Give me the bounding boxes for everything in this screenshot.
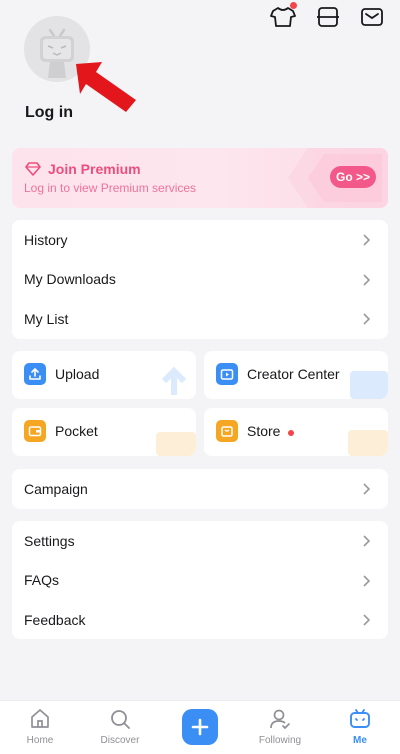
- nav-following[interactable]: Following: [245, 707, 315, 746]
- menu-item-label: Feedback: [24, 611, 86, 628]
- menu-item-campaign[interactable]: Campaign: [12, 469, 388, 509]
- chevron-right-icon: [363, 483, 370, 495]
- menu-item-label: History: [24, 231, 68, 248]
- library-card: History My Downloads My List: [12, 220, 388, 339]
- pocket-icon: [24, 420, 46, 442]
- bottom-nav: Home Discover Following Me: [0, 700, 400, 754]
- menu-item-label: My List: [24, 310, 69, 327]
- menu-item-faqs[interactable]: FAQs: [12, 561, 388, 601]
- menu-item-label: Settings: [24, 532, 75, 549]
- store-tile[interactable]: Store: [204, 408, 388, 456]
- upload-label: Upload: [55, 366, 100, 382]
- pocket-tile[interactable]: Pocket: [12, 408, 196, 456]
- nav-home[interactable]: Home: [5, 707, 75, 746]
- menu-item-feedback[interactable]: Feedback: [12, 600, 388, 640]
- menu-item-label: Campaign: [24, 480, 88, 497]
- notification-dot: [290, 2, 297, 9]
- chevron-right-icon: [363, 273, 370, 286]
- chevron-right-icon: [363, 535, 370, 547]
- nav-discover[interactable]: Discover: [85, 707, 155, 746]
- menu-item-label: My Downloads: [24, 271, 116, 288]
- tv-icon: [350, 709, 370, 728]
- red-arrow-icon: [76, 62, 136, 112]
- settings-card: Settings FAQs Feedback: [12, 521, 388, 639]
- diamond-icon: [25, 162, 41, 176]
- go-button[interactable]: Go >>: [330, 166, 376, 188]
- menu-item-my-list[interactable]: My List: [12, 299, 388, 339]
- menu-item-history[interactable]: History: [12, 220, 388, 260]
- upload-tile[interactable]: Upload: [12, 351, 196, 399]
- login-link[interactable]: Log in: [25, 104, 73, 122]
- campaign-card: Campaign: [12, 469, 388, 509]
- create-button[interactable]: [182, 709, 218, 745]
- store-icon: [216, 420, 238, 442]
- menu-item-my-downloads[interactable]: My Downloads: [12, 260, 388, 300]
- creator-center-icon: [216, 363, 238, 385]
- menu-item-settings[interactable]: Settings: [12, 521, 388, 561]
- following-icon: [270, 709, 290, 730]
- premium-title: Join Premium: [48, 161, 141, 177]
- chevron-right-icon: [363, 234, 370, 246]
- nav-label: Following: [258, 735, 302, 746]
- chevron-right-icon: [363, 313, 370, 325]
- store-label: Store: [247, 423, 281, 439]
- message-icon[interactable]: [359, 6, 385, 28]
- menu-item-label: FAQs: [24, 572, 60, 589]
- home-icon: [31, 709, 49, 728]
- nav-label: Me: [353, 735, 367, 746]
- chevron-right-icon: [363, 574, 370, 587]
- creator-center-tile[interactable]: Creator Center: [204, 351, 388, 399]
- pocket-decoration: [156, 432, 196, 456]
- creator-decoration: [350, 371, 388, 399]
- creator-center-label: Creator Center: [247, 366, 340, 382]
- nav-label: Home: [26, 735, 54, 746]
- premium-subtitle: Log in to view Premium services: [24, 181, 197, 195]
- upload-icon: [24, 363, 46, 385]
- nav-me[interactable]: Me: [325, 707, 395, 746]
- pocket-label: Pocket: [55, 423, 98, 439]
- scan-icon[interactable]: [315, 6, 341, 28]
- plus-icon: [191, 718, 209, 736]
- tshirt-icon[interactable]: [270, 2, 297, 28]
- chevron-right-icon: [363, 614, 370, 626]
- search-icon: [111, 710, 130, 729]
- upload-decoration: [161, 367, 187, 395]
- nav-label: Discover: [100, 735, 140, 746]
- store-notification-dot: [288, 430, 294, 436]
- store-decoration: [348, 430, 388, 456]
- premium-banner[interactable]: Join Premium Log in to view Premium serv…: [12, 148, 388, 208]
